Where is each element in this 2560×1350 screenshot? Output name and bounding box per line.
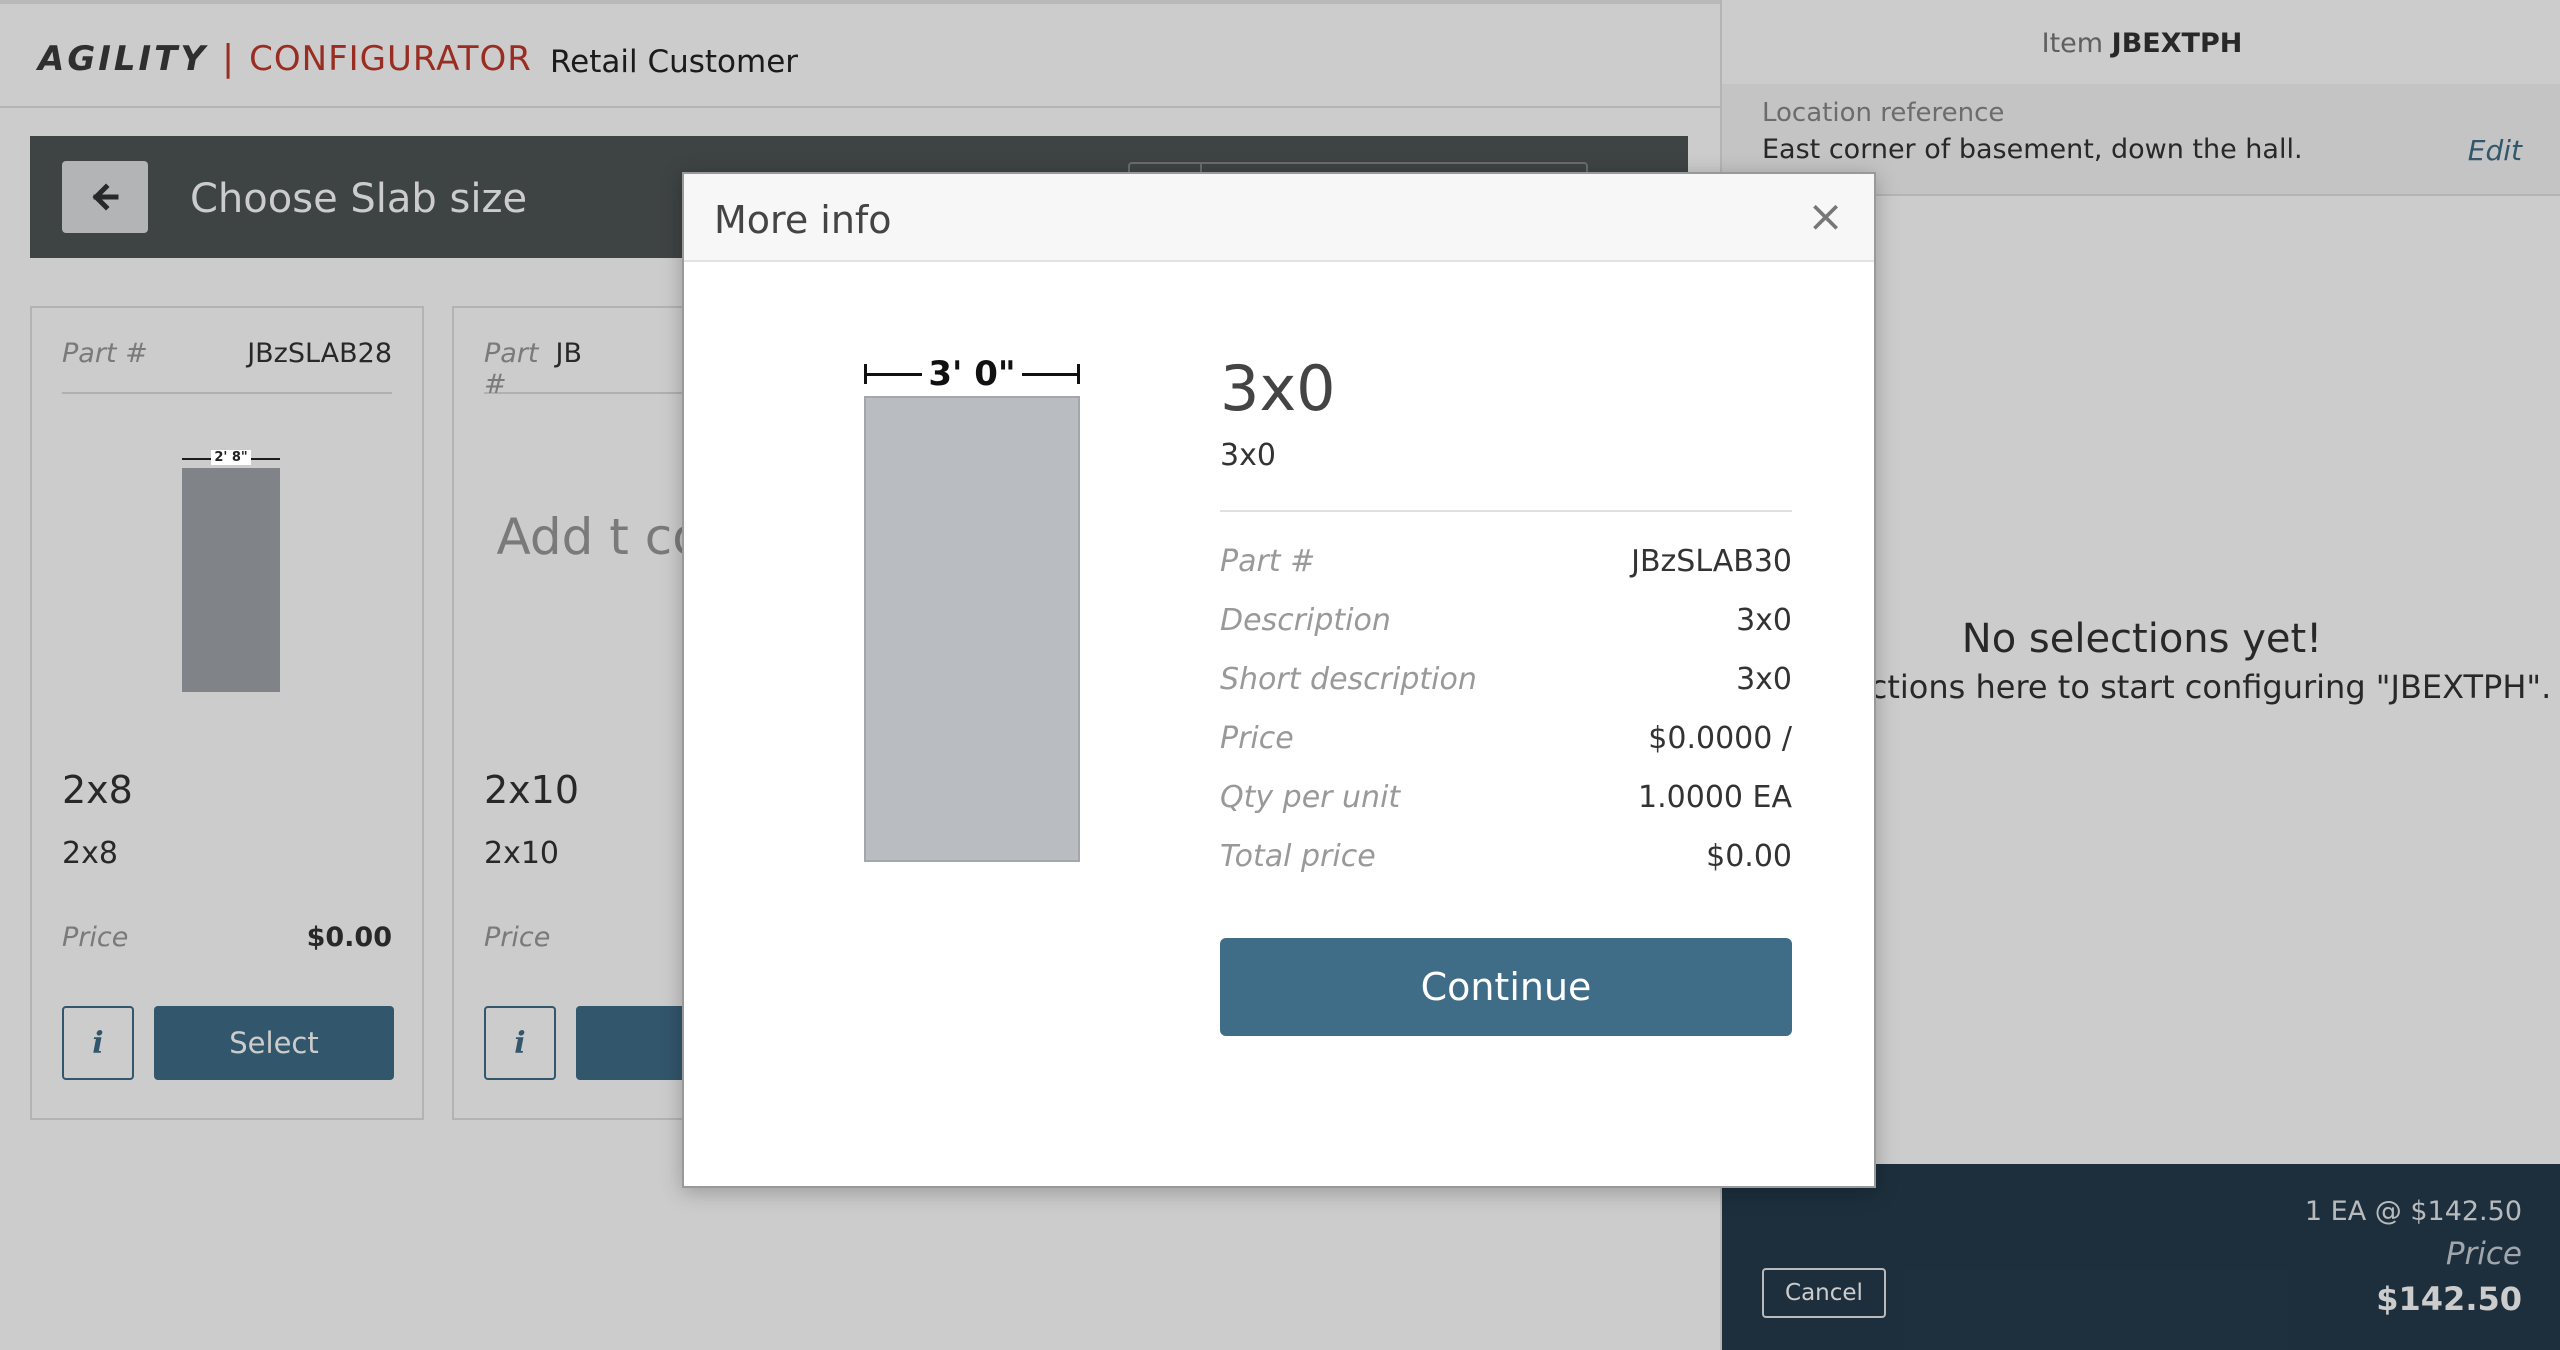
detail-value: JBzSLAB30 [1631, 544, 1792, 579]
detail-label: Description [1220, 603, 1391, 638]
detail-value: $0.00 [1706, 839, 1792, 874]
slab-shape [864, 396, 1080, 862]
modal-header: More info × [684, 174, 1874, 262]
detail-row-total-price: Total price $0.00 [1220, 839, 1792, 898]
divider [1220, 510, 1792, 512]
detail-label: Short description [1220, 662, 1477, 697]
detail-row-short-description: Short description 3x0 [1220, 662, 1792, 721]
more-info-modal: More info × 3' 0" 3x0 3x0 Part # JBzSLAB… [682, 172, 1876, 1188]
modal-title: More info [714, 198, 892, 242]
product-name: 3x0 [1220, 352, 1336, 425]
product-details: Part # JBzSLAB30 Description 3x0 Short d… [1220, 544, 1792, 898]
detail-label: Part # [1220, 544, 1316, 579]
detail-value: 1.0000 EA [1638, 780, 1792, 815]
detail-label: Price [1220, 721, 1294, 756]
detail-value: 3x0 [1736, 662, 1792, 697]
product-subtitle: 3x0 [1220, 438, 1276, 473]
continue-button[interactable]: Continue [1220, 938, 1792, 1036]
detail-row-description: Description 3x0 [1220, 603, 1792, 662]
slab-diagram: 3' 0" [864, 354, 1080, 862]
detail-value: 3x0 [1736, 603, 1792, 638]
detail-label: Qty per unit [1220, 780, 1401, 815]
detail-row-qty-per-unit: Qty per unit 1.0000 EA [1220, 780, 1792, 839]
detail-value: $0.0000 / [1648, 721, 1792, 756]
detail-row-part: Part # JBzSLAB30 [1220, 544, 1792, 603]
close-icon[interactable]: × [1807, 192, 1844, 242]
detail-row-price: Price $0.0000 / [1220, 721, 1792, 780]
detail-label: Total price [1220, 839, 1376, 874]
slab-width-label: 3' 0" [864, 354, 1080, 394]
